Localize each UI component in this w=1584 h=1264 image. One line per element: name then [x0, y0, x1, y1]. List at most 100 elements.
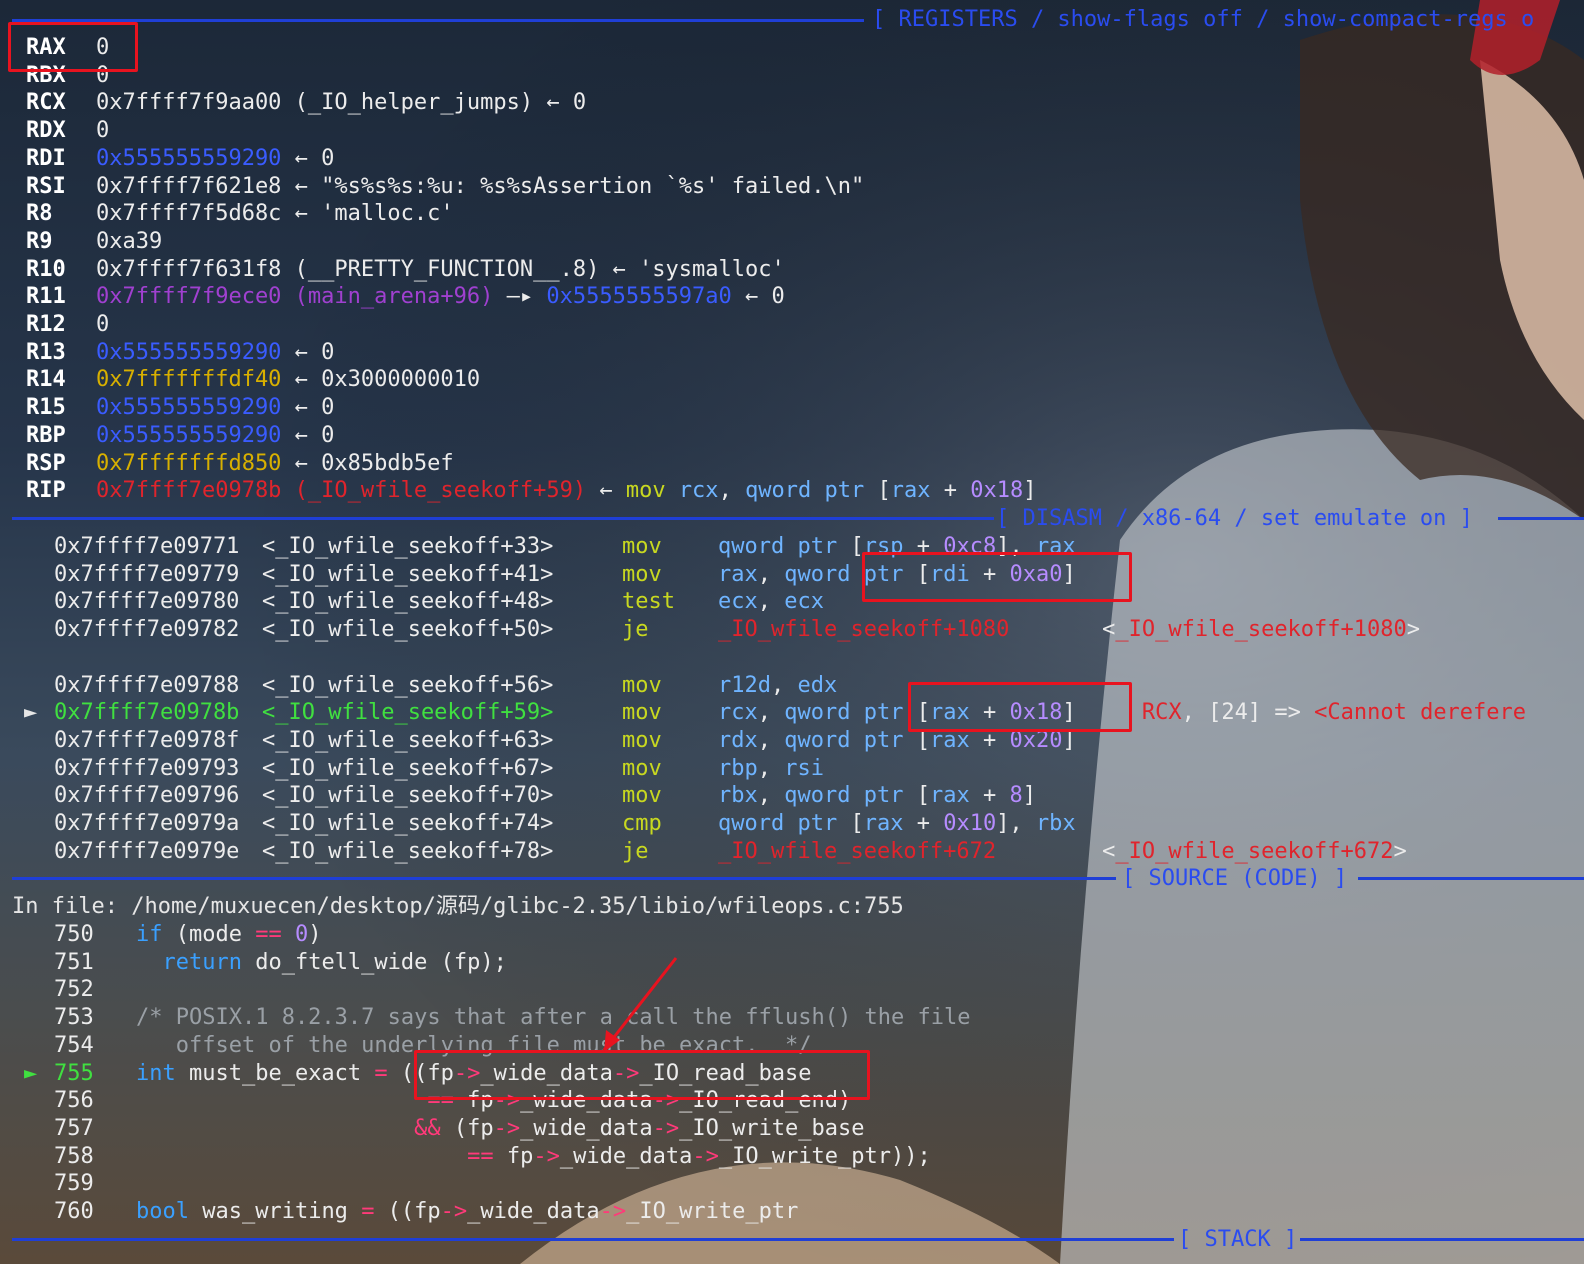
disasm-operands: rbp, rsi — [718, 755, 824, 783]
code-token: rax — [863, 811, 904, 836]
code-token: ← 0 — [731, 284, 785, 310]
disasm-address: 0x7ffff7e09796 — [54, 783, 253, 809]
register-name: R8 — [26, 201, 53, 227]
code-token: edx — [797, 672, 838, 698]
register-value: 0x7ffff7f631f8 (__PRETTY_FUNCTION__.8) ←… — [96, 256, 785, 284]
disasm-operands: r12d, edx — [718, 672, 837, 700]
code-token: 0x18 — [970, 478, 1024, 504]
source-code: == fp->_wide_data->_IO_write_ptr)); — [136, 1143, 931, 1171]
source-line-number: 755 — [54, 1060, 94, 1086]
register-row: RSP 0x7fffffffd850 ← 0x85bdb5ef — [0, 450, 1584, 478]
disasm-symbol: <_IO_wfile_seekoff+70> — [262, 783, 554, 809]
code-token: rax — [718, 561, 758, 587]
disasm-address: 0x7ffff7e09788 — [54, 672, 253, 698]
disasm-address: 0x7ffff7e09771 — [54, 534, 253, 559]
register-value: 0x7ffff7f621e8 ← "%s%s%s:%u: %s%sAsserti… — [96, 173, 864, 201]
code-token: rax — [929, 783, 970, 809]
code-token: must_be_exact — [188, 1060, 375, 1086]
code-token: rbx — [1035, 811, 1076, 836]
disasm-mnemonic: test — [622, 589, 675, 615]
code-token: _wide_data — [559, 1143, 693, 1169]
register-value: 0x555555559290 ← 0 — [96, 145, 334, 173]
code-token: , — [757, 755, 785, 781]
source-header: [ SOURCE (CODE) ] — [1122, 866, 1348, 891]
code-token: == — [255, 922, 282, 947]
code-token: _IO_wfile_seekoff+1080 — [1115, 617, 1407, 643]
disasm-symbol: <_IO_wfile_seekoff+56> — [262, 672, 554, 698]
disasm-symbol: <_IO_wfile_seekoff+67> — [262, 755, 554, 781]
stack-header: [ STACK ] — [1178, 1227, 1298, 1252]
source-line-number: 756 — [54, 1088, 94, 1114]
code-token: mov — [625, 478, 679, 504]
disasm-mnemonic: cmp — [622, 811, 662, 836]
source-code: && (fp->_wide_data->_IO_write_base — [136, 1115, 864, 1143]
code-token: do_ftell_wide (fp); — [255, 949, 507, 975]
register-value: 0x7ffff7e0978b (_IO_wfile_seekoff+59) ← … — [96, 477, 1037, 505]
disasm-row: 0x7ffff7e09788 <_IO_wfile_seekoff+56> mov… — [0, 672, 1584, 700]
register-row: R9 0xa39 — [0, 228, 1584, 256]
code-token: > — [1406, 617, 1421, 643]
disasm-address: 0x7ffff7e0979a — [54, 811, 253, 836]
code-token: _IO_wfile_seekoff+1080 — [718, 617, 1010, 643]
register-row: R8 0x7ffff7f5d68c ← 'malloc.c' — [0, 200, 1584, 228]
disasm-symbol: <_IO_wfile_seekoff+74> — [262, 811, 554, 836]
code-token: 0x7ffff7f9aa00 (_IO_helper_jumps) ← 0 — [96, 90, 587, 116]
disasm-mnemonic: mov — [622, 755, 662, 781]
code-token: bool — [136, 1199, 203, 1224]
disasm-mnemonic: je — [622, 617, 649, 643]
code-token: -> — [599, 1199, 627, 1224]
code-token: ← 0 — [281, 145, 335, 171]
disasm-row: 0x7ffff7e0979a <_IO_wfile_seekoff+74> cmp… — [0, 810, 1584, 838]
register-value: 0x7ffff7f9aa00 (_IO_helper_jumps) ← 0 — [96, 89, 586, 117]
register-row: R15 0x555555559290 ← 0 — [0, 394, 1584, 422]
stack-separator — [12, 1238, 1174, 1241]
disasm-symbol: <_IO_wfile_seekoff+48> — [262, 589, 554, 615]
register-value: 0x555555559290 ← 0 — [96, 339, 334, 367]
code-token: [ — [877, 478, 891, 504]
register-row: RDI 0x555555559290 ← 0 — [0, 145, 1584, 173]
stack-separator-right — [1300, 1238, 1584, 1241]
code-token: && — [414, 1115, 441, 1141]
disasm-operands: rbx, qword ptr [rax + 8] — [718, 782, 1036, 810]
code-token: , — [770, 672, 798, 698]
source-line: 750 if (mode == 0) — [0, 921, 1584, 949]
code-token: ecx — [718, 589, 758, 615]
code-token: == — [467, 1143, 494, 1169]
disasm-address: 0x7ffff7e09782 — [54, 617, 253, 643]
code-token: ], — [996, 811, 1036, 836]
register-name: RIP — [26, 478, 66, 504]
code-token: 0x5555555597a0 — [546, 284, 732, 310]
highlight-box-rax — [8, 22, 138, 72]
code-token: _IO_write_ptr)); — [718, 1143, 931, 1169]
code-token: , — [757, 589, 785, 615]
code-token: ← 0 — [281, 395, 335, 421]
disasm-row: 0x7ffff7e09780 <_IO_wfile_seekoff+48> tes… — [0, 588, 1584, 616]
disasm-operands: qword ptr [rax + 0x10], rbx — [718, 810, 1076, 838]
code-token: _wide_data — [467, 1199, 600, 1224]
code-token: ecx — [784, 589, 824, 615]
code-token: ← 0x85bdb5ef — [281, 450, 454, 476]
code-token: 0x7ffff7f9ece0 (main_arena+96) — [96, 284, 494, 310]
disasm-operands: _IO_wfile_seekoff+672 <_IO_wfile_seekoff… — [718, 838, 1407, 866]
code-token: -> — [493, 1115, 521, 1141]
register-row: R13 0x555555559290 ← 0 — [0, 339, 1584, 367]
register-value: 0x555555559290 ← 0 — [96, 422, 334, 450]
code-token: rsi — [784, 755, 824, 781]
register-name: R13 — [26, 339, 66, 365]
code-token: <Cannot derefere — [1314, 700, 1527, 726]
code-token: = — [374, 1060, 388, 1086]
source-line-number: 760 — [54, 1199, 94, 1224]
register-name: RCX — [26, 90, 66, 116]
disasm-header: [ DISASM / x86-64 / set emulate on ] — [996, 506, 1473, 531]
code-token: , — [757, 727, 785, 753]
register-name: R14 — [26, 367, 66, 393]
disasm-row: 0x7ffff7e09796 <_IO_wfile_seekoff+70> mov… — [0, 782, 1584, 810]
current-instruction-marker: ► — [24, 700, 38, 726]
source-code: if (mode == 0) — [136, 921, 321, 949]
code-token: 0x555555559290 — [96, 339, 282, 365]
disasm-row: 0x7ffff7e0978f <_IO_wfile_seekoff+63> mov… — [0, 727, 1584, 755]
disasm-mnemonic: mov — [622, 672, 662, 698]
code-token: rbx — [718, 783, 758, 809]
code-token: 8 — [1009, 783, 1023, 809]
